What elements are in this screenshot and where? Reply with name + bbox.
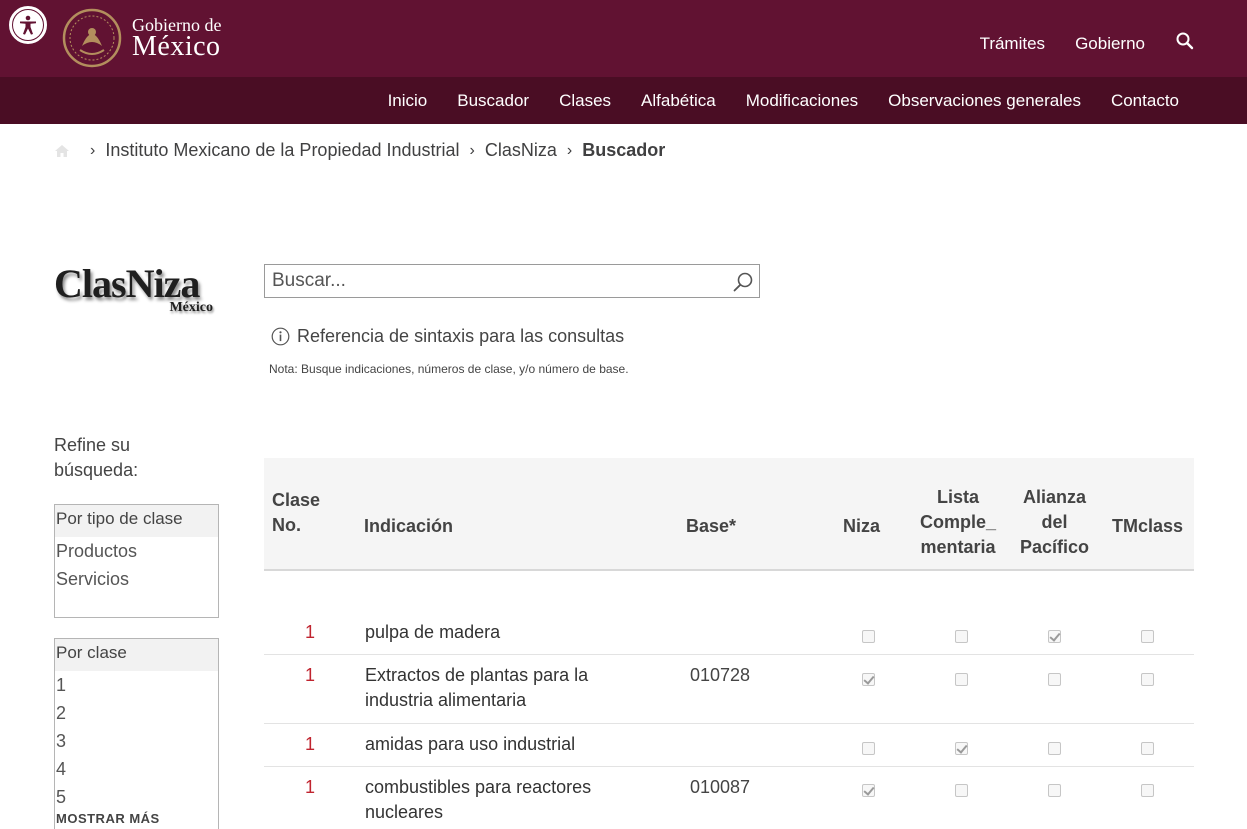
chevron-right-icon: › — [90, 141, 96, 159]
header-clase-line2: No. — [272, 515, 301, 535]
show-more-button[interactable]: MOSTRAR MÁS — [55, 811, 218, 826]
nav-alfabetica[interactable]: Alfabética — [641, 91, 716, 111]
checkbox-alianza — [1048, 742, 1061, 755]
search-icon[interactable] — [1175, 31, 1195, 51]
checkbox-niza — [862, 630, 875, 643]
nav-observaciones[interactable]: Observaciones generales — [888, 91, 1081, 111]
checkbox-niza — [862, 673, 875, 686]
government-logo-text[interactable]: Gobierno de México — [132, 16, 221, 62]
syntax-reference-text: Referencia de sintaxis para las consulta… — [297, 326, 625, 346]
home-icon[interactable] — [54, 143, 70, 159]
accessibility-button[interactable] — [9, 6, 47, 44]
checkbox-lista — [955, 630, 968, 643]
cell-base: 010728 — [690, 665, 751, 685]
checkbox-lista — [955, 742, 968, 755]
header-clase-line1: Clase — [272, 490, 321, 510]
cell-class-number[interactable]: 1 — [264, 622, 315, 643]
header-alianza-line1: Alianza — [1022, 487, 1087, 507]
table-row: 1 Extractos de plantas para la industria… — [264, 655, 1194, 724]
header-alianza-line2: del — [1041, 512, 1068, 532]
nav-inicio[interactable]: Inicio — [388, 91, 428, 111]
search-input[interactable] — [265, 265, 759, 297]
chevron-right-icon: › — [469, 141, 475, 159]
cell-indicacion: combustibles para reactores nucleares — [365, 777, 592, 822]
nav-buscador[interactable]: Buscador — [457, 91, 529, 111]
checkbox-tmclass — [1141, 742, 1154, 755]
top-link-gobierno[interactable]: Gobierno — [1075, 34, 1145, 54]
header-base[interactable]: Base* — [686, 514, 736, 539]
top-bar: Gobierno de México Trámites Gobierno — [0, 0, 1247, 77]
table-row: 1 amidas para uso industrial — [264, 724, 1194, 767]
header-lista-line2: Comple_ — [919, 512, 997, 532]
facet-item-class-4[interactable]: 4 — [55, 755, 218, 783]
clasniza-logo-subtitle: México — [169, 300, 213, 315]
checkbox-niza — [862, 742, 875, 755]
header-lista-line3: mentaria — [920, 537, 996, 557]
facet-item-class-2[interactable]: 2 — [55, 699, 218, 727]
checkbox-lista — [955, 784, 968, 797]
header-clase[interactable]: Clase No. — [272, 488, 320, 538]
cell-indicacion: pulpa de madera — [365, 622, 501, 642]
accessibility-icon — [13, 10, 43, 40]
search-box — [264, 264, 760, 298]
breadcrumb: › Instituto Mexicano de la Propiedad Ind… — [54, 140, 665, 161]
checkbox-tmclass — [1141, 630, 1154, 643]
search-icon[interactable] — [732, 271, 754, 293]
facet-item-class-3[interactable]: 3 — [55, 727, 218, 755]
facet-class-type-title: Por tipo de clase — [55, 505, 218, 537]
checkbox-alianza — [1048, 673, 1061, 686]
nav-modificaciones[interactable]: Modificaciones — [746, 91, 858, 111]
checkbox-tmclass — [1141, 784, 1154, 797]
main-nav: Inicio Buscador Clases Alfabética Modifi… — [0, 77, 1247, 124]
top-link-tramites[interactable]: Trámites — [980, 34, 1046, 54]
breadcrumb-impi[interactable]: Instituto Mexicano de la Propiedad Indus… — [105, 140, 459, 161]
cell-indicacion: amidas para uso industrial — [365, 734, 576, 754]
nav-contacto[interactable]: Contacto — [1111, 91, 1179, 111]
chevron-right-icon: › — [566, 141, 573, 159]
breadcrumb-clasniza[interactable]: ClasNiza — [485, 140, 557, 161]
header-indicacion[interactable]: Indicación — [364, 514, 453, 539]
facet-class-title: Por clase — [55, 639, 218, 671]
top-links: Trámites Gobierno — [980, 31, 1247, 54]
header-lista-line1: Lista — [936, 487, 979, 507]
facet-item-servicios[interactable]: Servicios — [55, 565, 218, 593]
cell-class-number[interactable]: 1 — [264, 777, 315, 798]
header-lista[interactable]: Lista Comple_ mentaria — [908, 485, 1008, 560]
results-table-header: Clase No. Indicación Base* Niza Lista Co… — [264, 458, 1194, 571]
checkbox-alianza — [1048, 630, 1061, 643]
clasniza-logo: ClasNiza México — [54, 262, 219, 322]
checkbox-niza — [862, 784, 875, 797]
facet-class-type: Por tipo de clase Productos Servicios — [54, 504, 219, 618]
cell-class-number[interactable]: 1 — [264, 734, 315, 755]
header-niza[interactable]: Niza — [843, 514, 880, 539]
government-seal-icon — [62, 8, 122, 68]
info-icon — [271, 327, 290, 346]
cell-base: 010087 — [690, 777, 751, 797]
checkbox-alianza — [1048, 784, 1061, 797]
cell-indicacion: Extractos de plantas para la industria a… — [365, 665, 589, 710]
logo-line-2: México — [132, 31, 221, 62]
cell-class-number[interactable]: 1 — [264, 665, 315, 686]
facet-item-productos[interactable]: Productos — [55, 537, 218, 565]
nav-clases[interactable]: Clases — [559, 91, 611, 111]
facet-class: Por clase 1 2 3 4 5 MOSTRAR MÁS — [54, 638, 219, 829]
facet-item-class-1[interactable]: 1 — [55, 671, 218, 699]
breadcrumb-current: Buscador — [582, 140, 666, 160]
search-note: Nota: Busque indicaciones, números de cl… — [269, 362, 629, 376]
checkbox-lista — [955, 673, 968, 686]
syntax-reference-link[interactable]: Referencia de sintaxis para las consulta… — [271, 326, 624, 347]
header-tmclass[interactable]: TMclass — [1112, 514, 1183, 539]
header-alianza-line3: Pacífico — [1019, 537, 1090, 557]
facet-item-class-5[interactable]: 5 — [55, 783, 218, 811]
table-row: 1 pulpa de madera — [264, 612, 1194, 655]
header-alianza[interactable]: Alianza del Pacífico — [1008, 485, 1101, 560]
table-row: 1 combustibles para reactores nucleares … — [264, 767, 1194, 829]
checkbox-tmclass — [1141, 673, 1154, 686]
refine-label: Refine su búsqueda: — [54, 435, 139, 480]
